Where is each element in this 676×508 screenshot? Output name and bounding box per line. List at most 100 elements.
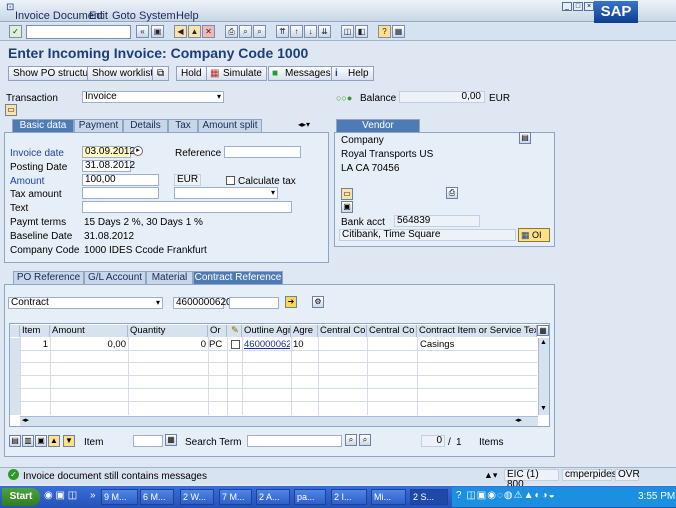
back-arrow-icon[interactable]: « bbox=[136, 25, 149, 38]
previous-page-icon[interactable]: ↑ bbox=[290, 25, 303, 38]
col-central-contract-item-header[interactable]: Central Co bbox=[367, 325, 417, 337]
simulate-button[interactable]: ▦ Simulate bbox=[206, 66, 267, 81]
system-info[interactable]: EIC (1) 800 bbox=[504, 469, 559, 490]
taskbar-button[interactable]: 2 A... bbox=[256, 489, 290, 505]
messages-button[interactable]: ■ Messages bbox=[268, 66, 336, 81]
tab-vendor[interactable]: Vendor 0000001003 bbox=[336, 119, 420, 143]
row-select-header[interactable] bbox=[10, 325, 20, 337]
vendor-detail-icon[interactable]: ▤ bbox=[519, 132, 531, 144]
first-page-icon[interactable]: ⇈ bbox=[276, 25, 289, 38]
insert-row-icon[interactable]: ▣ bbox=[35, 435, 47, 447]
scroll-left-icon[interactable]: ◂▸ bbox=[22, 416, 29, 424]
cell-amount[interactable]: 0,00 bbox=[52, 340, 127, 350]
show-worklist-button[interactable]: Show worklist bbox=[87, 66, 159, 81]
vendor-change-icon[interactable]: ▭ bbox=[341, 188, 353, 200]
col-quantity-header[interactable]: Quantity bbox=[128, 325, 208, 337]
start-button[interactable]: Start bbox=[2, 488, 40, 506]
find-icon[interactable]: ⌕ bbox=[239, 25, 252, 38]
minimize-icon[interactable]: _ bbox=[562, 2, 572, 11]
sap-window-icon[interactable]: ⊡ bbox=[6, 2, 14, 13]
command-field[interactable] bbox=[26, 25, 131, 39]
tab-gl-account[interactable]: G/L Account bbox=[84, 271, 146, 284]
text-input[interactable] bbox=[82, 201, 292, 213]
settings-icon[interactable]: ⚙ bbox=[312, 296, 324, 308]
more-icon[interactable]: » bbox=[90, 490, 96, 501]
reference-input[interactable] bbox=[224, 146, 301, 158]
tab-scroll-icon[interactable]: ◂▸▾ bbox=[298, 120, 310, 129]
tax-code-select[interactable]: ▾ bbox=[174, 187, 278, 199]
col-amount-header[interactable]: Amount bbox=[50, 325, 128, 337]
vertical-scrollbar[interactable] bbox=[538, 338, 549, 415]
calendar-icon[interactable]: ▸ bbox=[133, 146, 143, 156]
search-term-input[interactable] bbox=[247, 435, 342, 447]
cancel-icon[interactable]: ✕ bbox=[202, 25, 215, 38]
deselect-all-icon[interactable]: ▥ bbox=[22, 435, 34, 447]
select-all-icon[interactable]: ▤ bbox=[9, 435, 21, 447]
status-indicator-icon[interactable]: ▲▾ bbox=[484, 470, 497, 481]
exit-icon[interactable]: ▲ bbox=[188, 25, 201, 38]
folder-icon[interactable]: ▭ bbox=[5, 104, 17, 116]
row-selector-column[interactable] bbox=[10, 338, 20, 415]
status-message[interactable]: Invoice document still contains messages bbox=[23, 471, 207, 482]
cell-outline-agreement-link[interactable]: 4600000620 bbox=[244, 340, 290, 350]
maximize-icon[interactable]: □ bbox=[573, 2, 583, 11]
quick-launch-icons[interactable]: ◉ ▣ ◫ bbox=[44, 490, 77, 501]
col-item-header[interactable]: Item bbox=[20, 325, 50, 337]
menu-help[interactable]: Help bbox=[176, 10, 199, 22]
menu-edit[interactable]: Edit bbox=[89, 10, 108, 22]
tab-material[interactable]: Material bbox=[146, 271, 193, 284]
horizontal-scrollbar[interactable] bbox=[20, 416, 538, 426]
amount-input[interactable]: 100,00 bbox=[82, 174, 159, 186]
execute-arrow-icon[interactable]: ➜ bbox=[285, 296, 297, 308]
calculate-tax-checkbox[interactable] bbox=[226, 176, 235, 185]
scroll-up-icon[interactable]: ▲ bbox=[539, 339, 548, 348]
col-central-contract-header[interactable]: Central Co bbox=[318, 325, 367, 337]
search-icon[interactable]: ⌕ bbox=[345, 434, 357, 446]
layout-toggle-icon[interactable]: ⧉ bbox=[152, 66, 169, 81]
hold-button[interactable]: Hold bbox=[176, 66, 207, 81]
taskbar-button[interactable]: 2 I... bbox=[331, 489, 367, 505]
help-icon[interactable]: ? bbox=[378, 25, 391, 38]
taskbar-button[interactable]: 9 M... bbox=[101, 489, 138, 505]
layout-icon[interactable]: ▦ bbox=[392, 25, 405, 38]
vendor-print-icon[interactable]: ⎙ bbox=[446, 187, 458, 199]
save-icon[interactable]: ▣ bbox=[151, 25, 164, 38]
tab-contract-reference[interactable]: Contract Reference bbox=[193, 271, 283, 284]
find-next-icon[interactable]: ⌕ bbox=[253, 25, 266, 38]
column-settings-icon[interactable]: ▦ bbox=[537, 325, 549, 336]
open-items-button[interactable]: ▦ OI bbox=[518, 228, 550, 242]
vendor-display-icon[interactable]: ▣ bbox=[341, 201, 353, 213]
reference-type-select[interactable]: Contract ▾ bbox=[8, 297, 163, 309]
back-icon[interactable]: ◀ bbox=[174, 25, 187, 38]
last-page-icon[interactable]: ⇊ bbox=[318, 25, 331, 38]
cell-quantity[interactable]: 0 bbox=[130, 340, 206, 350]
col-order-unit-header[interactable]: Or bbox=[208, 325, 227, 337]
scroll-right-icon[interactable]: ◂▸ bbox=[515, 416, 522, 424]
tab-payment[interactable]: Payment bbox=[74, 119, 123, 132]
menu-goto[interactable]: Goto bbox=[112, 10, 136, 22]
taskbar-button[interactable]: 2 W... bbox=[180, 489, 214, 505]
new-session-icon[interactable]: ◫ bbox=[341, 25, 354, 38]
taskbar-button[interactable]: 6 M... bbox=[140, 489, 174, 505]
insert-mode[interactable]: OVR bbox=[615, 469, 640, 481]
tray-icons[interactable]: ? ◫▣◉◌◍⚠▲◐◑◒ bbox=[456, 490, 556, 501]
search-next-icon[interactable]: ⌕ bbox=[359, 434, 371, 446]
contract-item-input[interactable] bbox=[229, 297, 279, 309]
filter-icon[interactable]: ▼ bbox=[63, 435, 75, 447]
col-outline-agreement-header[interactable]: Outline Agr. bbox=[242, 325, 291, 337]
tab-details[interactable]: Details bbox=[123, 119, 168, 132]
item-search-icon[interactable]: ▦ bbox=[165, 434, 177, 446]
contract-number-input[interactable]: 4600000620 bbox=[173, 297, 232, 309]
print-icon[interactable]: ⎙ bbox=[225, 25, 238, 38]
tab-po-reference[interactable]: PO Reference bbox=[13, 271, 84, 284]
col-agreement-item-header[interactable]: Agre bbox=[291, 325, 318, 337]
item-search-input[interactable] bbox=[133, 435, 163, 447]
menu-system[interactable]: System bbox=[139, 10, 176, 22]
col-check-header-icon[interactable]: ✎ bbox=[227, 325, 242, 337]
taskbar-button-active[interactable]: 2 S... bbox=[410, 489, 448, 505]
tab-basic-data[interactable]: Basic data bbox=[12, 119, 74, 132]
taskbar-button[interactable]: pa... bbox=[294, 489, 326, 505]
tab-tax[interactable]: Tax bbox=[168, 119, 198, 132]
close-icon[interactable]: × bbox=[584, 2, 594, 11]
shortcut-icon[interactable]: ◧ bbox=[355, 25, 368, 38]
